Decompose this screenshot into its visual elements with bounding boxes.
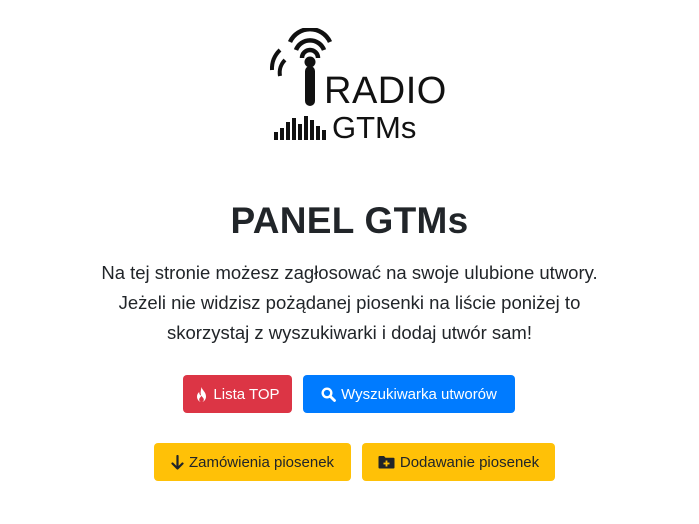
song-requests-button-label: Zamówienia piosenek <box>188 453 335 471</box>
lead-line-1: Na tej stronie możesz zagłosować na swoj… <box>101 262 598 283</box>
page-title: PANEL GTMs <box>230 200 469 241</box>
song-search-button[interactable]: Wyszukiwarka utworów <box>303 375 515 413</box>
arrow-down-icon <box>171 454 184 470</box>
top-list-button-label: Lista TOP <box>213 385 280 403</box>
lead-line-2: Jeżeli nie widzisz pożądanej piosenki na… <box>118 292 581 313</box>
lead-line-3: skorzystaj z wyszukiwarki i dodaj utwór … <box>167 322 532 343</box>
add-songs-button-label: Dodawanie piosenek <box>399 453 540 471</box>
logo-text-gtms: GTMs <box>332 110 417 145</box>
add-songs-button[interactable]: Dodawanie piosenek <box>362 443 555 481</box>
song-requests-button[interactable]: Zamówienia piosenek <box>154 443 351 481</box>
folder-plus-icon <box>378 456 395 469</box>
logo-text-radio: RADIO <box>324 70 447 112</box>
song-search-button-label: Wyszukiwarka utworów <box>341 385 497 403</box>
lead-text: Na tej stronie możesz zagłosować na swoj… <box>70 258 629 348</box>
top-list-button[interactable]: Lista TOP <box>183 375 292 413</box>
search-icon <box>321 386 337 402</box>
radio-logo: RADIO GTMs <box>268 26 446 146</box>
fire-icon <box>197 386 207 402</box>
